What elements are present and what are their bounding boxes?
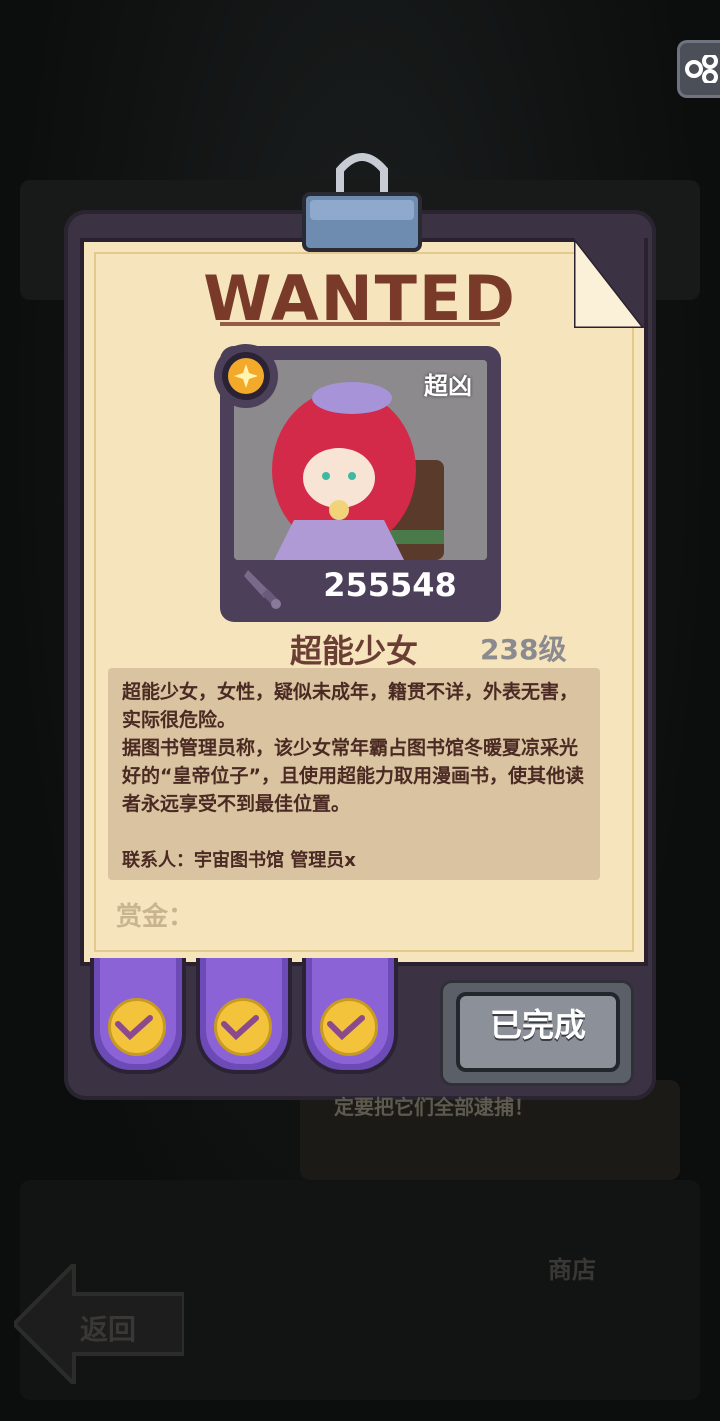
check-icon [327,1015,365,1040]
binder-clip-icon [302,153,422,252]
title-underline [220,322,500,326]
reward-tab-2[interactable] [196,958,292,1074]
power-value: 255548 [323,566,457,604]
description-text: 超能少女，女性，疑似未成年，籍贯不详，外表无害，实际很危险。 据图书管理员称，该… [122,681,584,815]
done-button-label: 已完成 [489,1006,586,1044]
contact-text: 联系人：宇宙图书馆 管理员x [122,850,356,871]
sword-icon [244,570,281,609]
reward-tab-1[interactable] [90,958,186,1074]
bounty-label: 赏金： [116,902,195,932]
rank-badge-icon [214,344,278,408]
reward-tab-3[interactable] [302,958,398,1074]
check-icon [221,1015,259,1040]
link-icon[interactable] [677,40,720,98]
character-name: 超能少女 [289,632,418,670]
character-level: 238级 [480,633,567,666]
back-button-label[interactable]: 返回 [80,1308,136,1348]
paper-corner-fold [574,238,644,328]
check-icon [115,1015,153,1040]
rank-label: 超凶 [424,372,472,400]
shop-button-label[interactable]: 商店 [548,1250,596,1285]
background-hint-text: 定要把它们全部逮捕！ [334,1095,534,1119]
